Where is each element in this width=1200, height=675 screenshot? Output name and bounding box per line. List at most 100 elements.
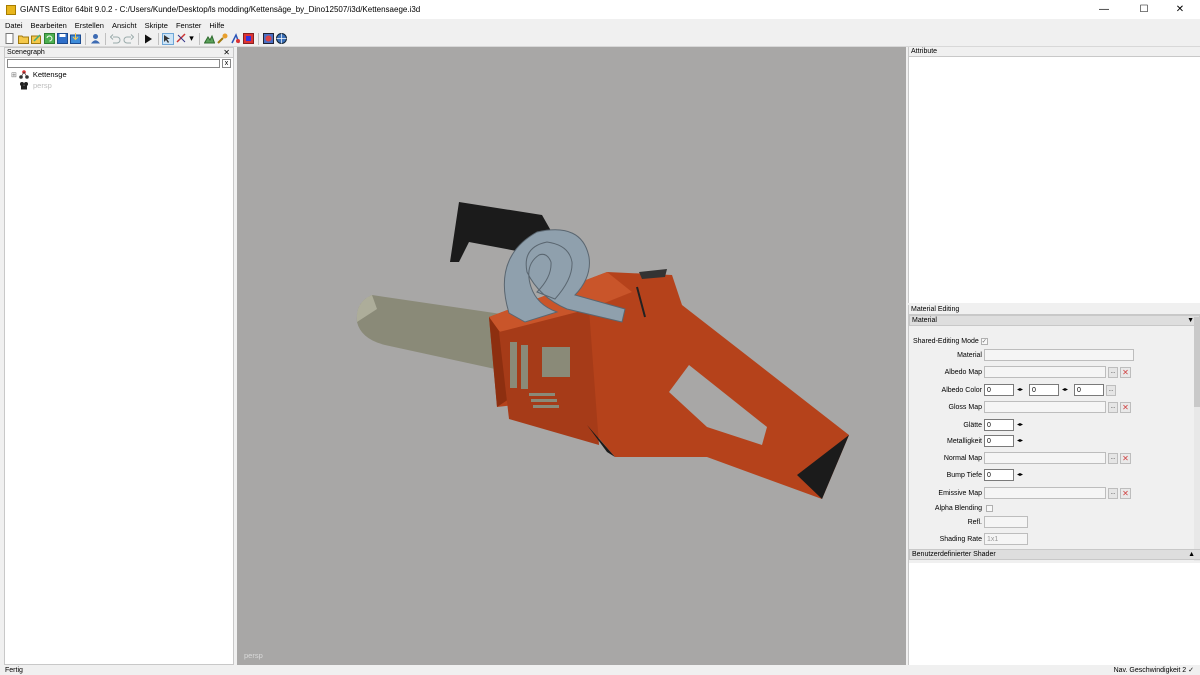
spin-icon[interactable]: ◂▸ <box>1060 385 1070 395</box>
browse-button[interactable]: ... <box>1108 487 1118 499</box>
shading-rate-row: Shading Rate 1x1 <box>909 532 1194 546</box>
browse-button[interactable]: ... <box>1108 452 1118 464</box>
viewport-camera-label: persp <box>244 651 263 660</box>
emissive-map-row: Emissive Map ... ✕ <box>909 486 1194 500</box>
search-input[interactable] <box>7 59 220 68</box>
material-select[interactable] <box>984 349 1134 361</box>
select-icon[interactable] <box>162 32 174 45</box>
albedo-color-b[interactable]: 0 <box>1074 384 1104 396</box>
collapse-icon[interactable]: ▼ <box>1187 316 1194 326</box>
redo-icon[interactable] <box>122 33 134 45</box>
clear-icon[interactable]: ✕ <box>1120 366 1131 378</box>
clear-icon[interactable]: ✕ <box>1120 487 1131 499</box>
camera-icon <box>19 81 29 90</box>
clear-icon[interactable]: ✕ <box>1120 452 1131 464</box>
spin-icon[interactable]: ◂▸ <box>1015 385 1025 395</box>
refl-label: Refl. <box>967 518 982 526</box>
spin-icon[interactable]: ◂▸ <box>1015 420 1025 430</box>
glaette-row: Glätte 0 ◂▸ <box>909 418 1194 432</box>
tree-item-kettensge[interactable]: ⊞ Kettensge <box>5 69 233 80</box>
close-icon[interactable]: ✕ <box>223 48 230 58</box>
normal-map-label: Normal Map <box>943 454 982 462</box>
user-icon[interactable] <box>89 33 101 45</box>
metallic-input[interactable]: 0 <box>984 435 1014 447</box>
expand-icon[interactable]: ⊞ <box>11 71 17 79</box>
tree-item-label: persp <box>33 81 52 90</box>
scenegraph-search: x <box>5 58 233 69</box>
3d-viewport[interactable]: persp <box>237 47 906 665</box>
menu-bearbeiten[interactable]: Bearbeiten <box>31 21 67 30</box>
material-editor-icon[interactable] <box>262 33 274 45</box>
attribute-title: Attribute <box>911 48 938 55</box>
menu-skripte[interactable]: Skripte <box>145 21 168 30</box>
chevron-down-icon[interactable]: ▾ <box>188 33 195 45</box>
new-file-icon[interactable] <box>4 33 16 45</box>
scenegraph-panel: Scenegraph ✕ x ⊞ Kettensge persp <box>4 47 234 665</box>
menu-ansicht[interactable]: Ansicht <box>112 21 137 30</box>
material-editing-panel: Material Editing Material ▼ Shared-Editi… <box>908 305 1200 665</box>
glaette-input[interactable]: 0 <box>984 419 1014 431</box>
color-picker-button[interactable]: ... <box>1106 384 1116 396</box>
open-icon[interactable] <box>17 33 29 45</box>
refl-row: Refl. <box>909 515 1194 529</box>
scenegraph-header: Scenegraph ✕ <box>5 48 233 58</box>
normal-map-row: Normal Map ... ✕ <box>909 451 1194 465</box>
undo-icon[interactable] <box>109 33 121 45</box>
window-title: GIANTS Editor 64bit 9.0.2 - C:/Users/Kun… <box>20 5 421 14</box>
gloss-map-row: Gloss Map ... ✕ <box>909 400 1194 414</box>
browse-button[interactable]: ... <box>1108 366 1118 378</box>
shading-rate-select[interactable]: 1x1 <box>984 533 1028 545</box>
giants-editor-window: GIANTS Editor 64bit 9.0.2 - C:/Users/Kun… <box>0 0 1200 675</box>
shader-section-header[interactable]: Benutzerdefinierter Shader ▲ <box>909 549 1200 560</box>
play-icon[interactable] <box>142 33 154 45</box>
app-icon <box>6 4 16 15</box>
albedo-color-label: Albedo Color <box>941 386 982 394</box>
import-icon[interactable] <box>69 33 81 45</box>
clear-icon[interactable]: ✕ <box>1120 401 1131 413</box>
terrain-icon[interactable] <box>203 33 215 45</box>
scrollbar-thumb[interactable] <box>1194 317 1200 407</box>
normal-map-field[interactable] <box>984 452 1106 464</box>
attribute-panel: Attribute <box>908 47 1200 303</box>
close-button[interactable]: ✕ <box>1164 0 1196 19</box>
menu-datei[interactable]: Datei <box>5 21 23 30</box>
maximize-button[interactable]: ☐ <box>1128 0 1160 19</box>
minimize-button[interactable]: — <box>1088 0 1120 19</box>
albedo-color-r[interactable]: 0 <box>984 384 1014 396</box>
toolbar: ▾ <box>0 31 1200 47</box>
alpha-blending-checkbox[interactable] <box>986 504 993 512</box>
tree-item-persp[interactable]: persp <box>5 80 233 91</box>
menu-erstellen[interactable]: Erstellen <box>75 21 104 30</box>
edit-icon[interactable] <box>30 33 42 45</box>
shader-section-body <box>909 563 1200 665</box>
bump-input[interactable]: 0 <box>984 469 1014 481</box>
save-icon[interactable] <box>56 33 68 45</box>
foliage-icon[interactable] <box>229 33 241 45</box>
refl-field[interactable] <box>984 516 1028 528</box>
browse-button[interactable]: ... <box>1108 401 1118 413</box>
expand-icon[interactable]: ▲ <box>1188 550 1195 560</box>
spin-icon[interactable]: ◂▸ <box>1015 470 1025 480</box>
clear-search-button[interactable]: x <box>222 59 231 68</box>
paint-icon[interactable] <box>216 33 228 45</box>
chainsaw-model <box>356 202 849 499</box>
menu-fenster[interactable]: Fenster <box>176 21 201 30</box>
shared-editing-checkbox[interactable]: ✓ <box>980 337 988 345</box>
material-editing-header: Material Editing <box>909 305 1200 315</box>
albedo-color-g[interactable]: 0 <box>1029 384 1059 396</box>
transform-icon[interactable] <box>175 33 187 45</box>
albedo-map-field[interactable] <box>984 366 1106 378</box>
gloss-map-field[interactable] <box>984 401 1106 413</box>
material-section-header[interactable]: Material ▼ <box>909 315 1200 326</box>
material-icon[interactable] <box>242 33 254 45</box>
spin-icon[interactable]: ◂▸ <box>1015 436 1025 446</box>
globe-icon[interactable] <box>275 33 287 45</box>
emissive-map-field[interactable] <box>984 487 1106 499</box>
metallic-row: Metalligkeit 0 ◂▸ <box>909 434 1194 448</box>
menu-hilfe[interactable]: Hilfe <box>209 21 224 30</box>
albedo-map-row: Albedo Map ... ✕ <box>909 365 1194 379</box>
bump-label: Bump Tiefe <box>946 471 982 479</box>
refresh-icon[interactable] <box>43 33 55 45</box>
scrollbar[interactable] <box>1194 317 1200 561</box>
attribute-header: Attribute <box>909 47 1200 57</box>
